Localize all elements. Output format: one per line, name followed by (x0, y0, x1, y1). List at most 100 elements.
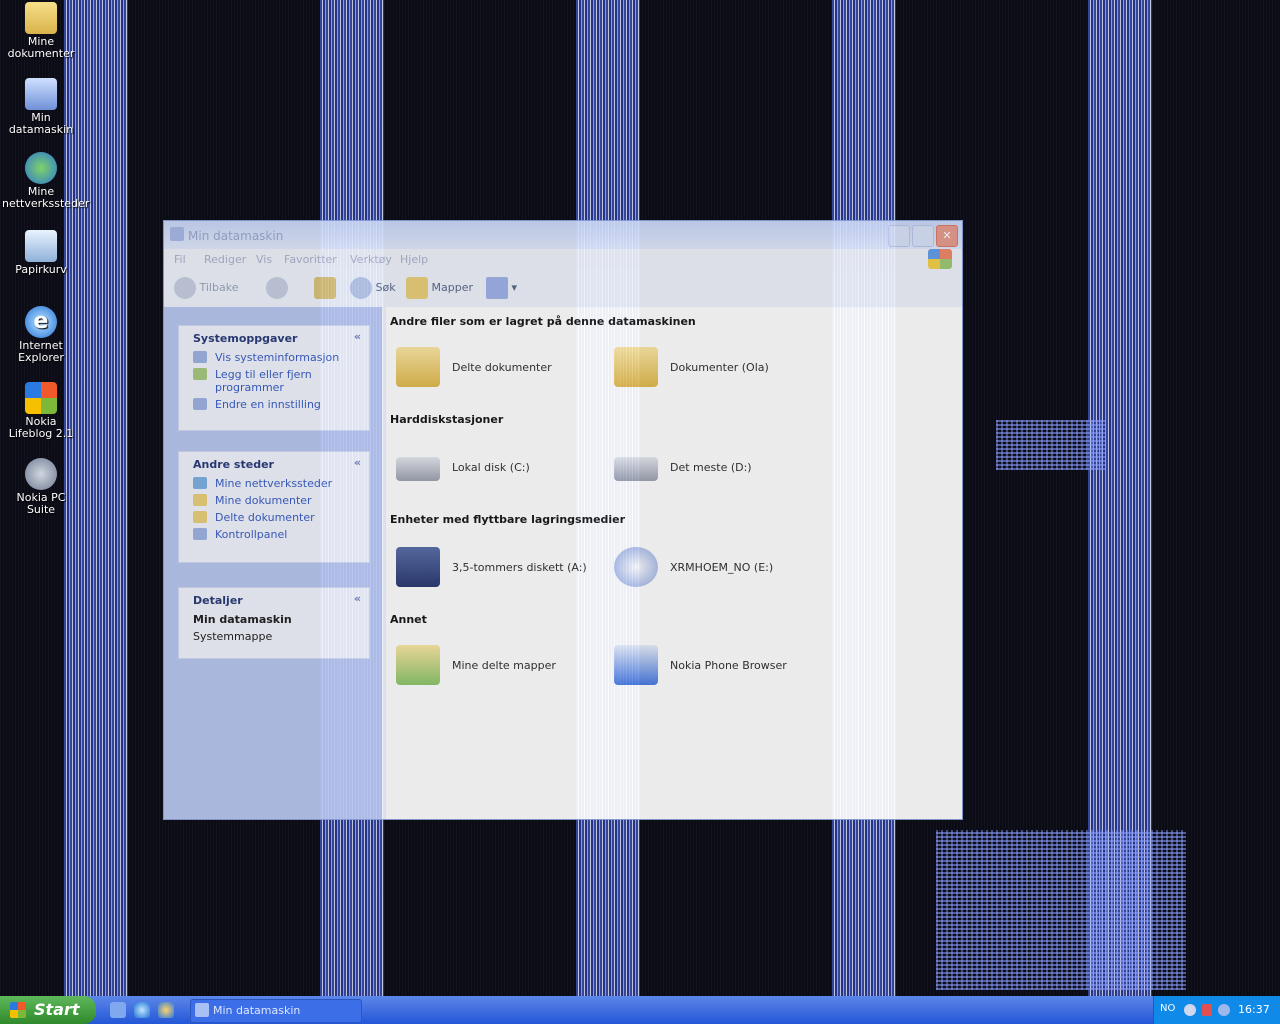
views-icon (486, 277, 508, 299)
menu-file[interactable]: Fil (174, 253, 186, 266)
desktop-icon-nokia-lifeblog[interactable]: Nokia Lifeblog 2.1 (2, 382, 80, 440)
start-button[interactable]: Start (0, 996, 96, 1024)
panel-header[interactable]: Andre steder « (179, 452, 369, 475)
section-heading: Enheter med flyttbare lagringsmedier (390, 513, 626, 526)
up-folder-button[interactable] (314, 277, 336, 299)
shared-folder-icon (396, 645, 440, 685)
item-shared-documents[interactable]: Delte dokumenter (396, 347, 596, 391)
views-button[interactable]: ▾ (486, 277, 517, 299)
panel-header[interactable]: Systemoppgaver « (179, 326, 369, 349)
my-computer-icon (25, 78, 57, 110)
item-disk-d[interactable]: Det meste (D:) (614, 447, 814, 491)
system-tray: NO 16:37 (1153, 996, 1280, 1024)
glitch-noise (936, 830, 1186, 990)
glitch-noise (996, 420, 1106, 470)
system-info-icon (193, 351, 207, 363)
section-heading: Annet (390, 613, 427, 626)
menu-edit[interactable]: Rediger (204, 253, 246, 266)
back-arrow-icon (174, 277, 196, 299)
window-title: Min datamaskin (188, 229, 284, 243)
windows-logo-icon (928, 249, 952, 269)
title-bar[interactable]: Min datamaskin ✕ (164, 221, 962, 249)
taskbar: Start Min datamaskin NO 16:37 (0, 996, 1280, 1024)
collapse-chevron-icon: « (353, 592, 361, 605)
explorer-window: Min datamaskin ✕ Fil Rediger Vis Favorit… (163, 220, 963, 820)
desktop-icon-my-computer[interactable]: Min datamaskin (2, 78, 80, 136)
search-icon (350, 277, 372, 299)
maximize-button[interactable] (912, 225, 934, 247)
control-panel-icon (193, 528, 207, 540)
desktop-icon-my-documents[interactable]: Mine dokumenter (2, 2, 80, 60)
place-network[interactable]: Mine nettverkssteder (179, 475, 369, 492)
media-player-icon[interactable] (158, 1002, 174, 1018)
panel-system-tasks: Systemoppgaver « Vis systeminformasjon Le… (178, 325, 370, 431)
panel-header[interactable]: Detaljer « (179, 588, 369, 611)
volume-icon[interactable] (1184, 1004, 1196, 1016)
windows-logo-icon (10, 1002, 26, 1018)
task-add-remove-programs[interactable]: Legg til eller fjern programmer (179, 366, 369, 396)
back-button[interactable]: Tilbake (174, 277, 238, 299)
item-local-disk-c[interactable]: Lokal disk (C:) (396, 447, 596, 491)
folder-icon (614, 347, 658, 387)
item-documents-ola[interactable]: Dokumenter (Ola) (614, 347, 814, 391)
menu-tools[interactable]: Verktøy (350, 253, 392, 266)
section-heading: Andre filer som er lagret på denne datam… (390, 315, 696, 328)
floppy-drive-icon (396, 547, 440, 587)
show-desktop-icon[interactable] (110, 1002, 126, 1018)
task-pane: Systemoppgaver « Vis systeminformasjon Le… (164, 307, 382, 819)
collapse-chevron-icon: « (353, 330, 361, 343)
desktop-icon-network-places[interactable]: Mine nettverkssteder (2, 152, 89, 210)
item-nokia-phone-browser[interactable]: Nokia Phone Browser (614, 645, 814, 689)
folder-icon (193, 511, 207, 523)
nokia-pc-suite-icon (25, 458, 57, 490)
menu-view[interactable]: Vis (256, 253, 272, 266)
panel-details: Detaljer « Min datamaskin Systemmappe (178, 587, 370, 659)
item-cd-e[interactable]: XRMHOEM_NO (E:) (614, 547, 814, 591)
internet-explorer-icon: e (25, 306, 57, 338)
item-floppy-a[interactable]: 3,5-tommers diskett (A:) (396, 547, 596, 591)
up-folder-icon (314, 277, 336, 299)
network-status-icon[interactable] (1202, 1004, 1212, 1016)
task-change-setting[interactable]: Endre en innstilling (179, 396, 369, 413)
internet-explorer-icon[interactable] (134, 1002, 150, 1018)
forward-button[interactable] (266, 277, 288, 299)
file-view: Andre filer som er lagret på denne datam… (386, 307, 962, 819)
close-button[interactable]: ✕ (936, 225, 958, 247)
my-computer-icon (170, 227, 184, 241)
folder-icon (193, 494, 207, 506)
control-panel-icon (193, 398, 207, 410)
place-my-documents[interactable]: Mine dokumenter (179, 492, 369, 509)
details-type: Systemmappe (193, 630, 273, 643)
network-places-icon (25, 152, 57, 184)
place-shared-documents[interactable]: Delte dokumenter (179, 509, 369, 526)
folders-button[interactable]: Mapper (406, 277, 473, 299)
task-view-system-info[interactable]: Vis systeminformasjon (179, 349, 369, 366)
forward-arrow-icon (266, 277, 288, 299)
security-icon[interactable] (1218, 1004, 1230, 1016)
item-my-shared-folders[interactable]: Mine delte mapper (396, 645, 596, 689)
folder-icon (396, 347, 440, 387)
desktop-icon-nokia-pc-suite[interactable]: Nokia PC Suite (2, 458, 80, 516)
search-button[interactable]: Søk (350, 277, 396, 299)
desktop-icon-internet-explorer[interactable]: e Internet Explorer (2, 306, 80, 364)
hard-drive-icon (614, 457, 658, 481)
menu-bar: Fil Rediger Vis Favoritter Verktøy Hjelp (164, 249, 962, 269)
recycle-bin-icon (25, 230, 57, 262)
cd-drive-icon (614, 547, 658, 587)
toolbar: Tilbake Søk Mapper ▾ (164, 269, 962, 305)
menu-favorites[interactable]: Favoritter (284, 253, 337, 266)
desktop-icon-recycle-bin[interactable]: Papirkurv (2, 230, 80, 276)
menu-help[interactable]: Hjelp (400, 253, 428, 266)
network-places-icon (193, 477, 207, 489)
place-control-panel[interactable]: Kontrollpanel (179, 526, 369, 543)
section-heading: Harddiskstasjoner (390, 413, 504, 426)
panel-other-places: Andre steder « Mine nettverkssteder Mine … (178, 451, 370, 563)
collapse-chevron-icon: « (353, 456, 361, 469)
my-documents-icon (25, 2, 57, 34)
clock[interactable]: 16:37 (1238, 1003, 1270, 1016)
language-indicator[interactable]: NO (1160, 1003, 1175, 1014)
taskbar-button-my-computer[interactable]: Min datamaskin (190, 999, 362, 1023)
details-name: Min datamaskin (193, 613, 292, 626)
minimize-button[interactable] (888, 225, 910, 247)
chevron-down-icon: ▾ (511, 281, 518, 294)
